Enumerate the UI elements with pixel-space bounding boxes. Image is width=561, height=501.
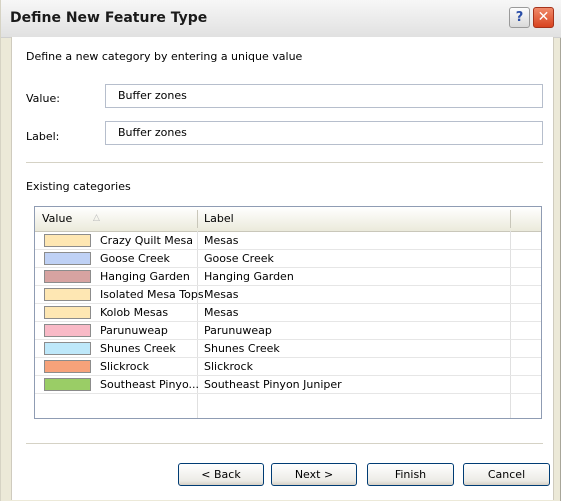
help-button[interactable]: ? bbox=[509, 7, 530, 28]
category-value: Goose Creek bbox=[100, 252, 170, 265]
color-swatch[interactable] bbox=[44, 252, 91, 265]
category-row[interactable]: Kolob Mesas Mesas bbox=[35, 304, 541, 322]
category-label: Hanging Garden bbox=[204, 270, 294, 283]
category-row[interactable]: Parunuweap Parunuweap bbox=[35, 322, 541, 340]
category-label: Mesas bbox=[204, 306, 239, 319]
category-row[interactable]: Isolated Mesa Tops Mesas bbox=[35, 286, 541, 304]
label-input[interactable]: Buffer zones bbox=[105, 121, 543, 145]
label-field-label: Label: bbox=[26, 130, 60, 143]
category-row[interactable]: Hanging Garden Hanging Garden bbox=[35, 268, 541, 286]
color-swatch[interactable] bbox=[44, 360, 91, 373]
category-label: Goose Creek bbox=[204, 252, 274, 265]
close-button[interactable]: ✕ bbox=[533, 7, 554, 28]
color-swatch[interactable] bbox=[44, 234, 91, 247]
category-value: Crazy Quilt Mesa bbox=[100, 234, 194, 247]
value-input[interactable]: Buffer zones bbox=[105, 84, 543, 108]
category-label: Mesas bbox=[204, 288, 239, 301]
category-label: Slickrock bbox=[204, 360, 253, 373]
categories-grid[interactable]: Value △ Label Crazy Quilt Mesa Mesas Goose… bbox=[34, 206, 542, 419]
category-value: Southeast Pinyo... bbox=[100, 378, 199, 391]
define-feature-type-dialog: Define New Feature Type ? ✕ Define a new… bbox=[0, 0, 561, 501]
grid-header: Value △ Label bbox=[35, 207, 541, 232]
column-divider[interactable] bbox=[510, 210, 511, 228]
column-divider[interactable] bbox=[197, 210, 198, 228]
color-swatch[interactable] bbox=[44, 324, 91, 337]
title-bar[interactable]: Define New Feature Type ? ✕ bbox=[1, 0, 561, 38]
back-button[interactable]: < Back bbox=[178, 463, 264, 486]
category-value: Hanging Garden bbox=[100, 270, 190, 283]
category-label: Southeast Pinyon Juniper bbox=[204, 378, 342, 391]
category-label: Parunuweap bbox=[204, 324, 272, 337]
bottom-separator bbox=[26, 443, 543, 444]
category-value: Shunes Creek bbox=[100, 342, 176, 355]
category-row[interactable]: Southeast Pinyo... Southeast Pinyon Junip… bbox=[35, 376, 541, 394]
category-row[interactable]: Crazy Quilt Mesa Mesas bbox=[35, 232, 541, 250]
category-value: Kolob Mesas bbox=[100, 306, 169, 319]
category-value: Parunuweap bbox=[100, 324, 168, 337]
category-row[interactable]: Shunes Creek Shunes Creek bbox=[35, 340, 541, 358]
category-label: Shunes Creek bbox=[204, 342, 280, 355]
column-header-label[interactable]: Label bbox=[204, 212, 234, 225]
sort-ascending-icon: △ bbox=[93, 213, 100, 223]
separator bbox=[26, 162, 543, 163]
value-field-label: Value: bbox=[26, 92, 60, 105]
category-row[interactable]: Slickrock Slickrock bbox=[35, 358, 541, 376]
column-header-value[interactable]: Value bbox=[42, 212, 72, 225]
window-title: Define New Feature Type bbox=[10, 10, 208, 26]
color-swatch[interactable] bbox=[44, 288, 91, 301]
category-label: Mesas bbox=[204, 234, 239, 247]
category-value: Slickrock bbox=[100, 360, 149, 373]
next-button[interactable]: Next > bbox=[271, 463, 357, 486]
category-value: Isolated Mesa Tops bbox=[100, 288, 204, 301]
color-swatch[interactable] bbox=[44, 342, 91, 355]
category-row[interactable]: Goose Creek Goose Creek bbox=[35, 250, 541, 268]
existing-categories-label: Existing categories bbox=[26, 180, 131, 193]
cancel-button[interactable]: Cancel bbox=[463, 463, 550, 486]
color-swatch[interactable] bbox=[44, 306, 91, 319]
color-swatch[interactable] bbox=[44, 378, 91, 391]
description-text: Define a new category by entering a uniq… bbox=[26, 50, 303, 63]
color-swatch[interactable] bbox=[44, 270, 91, 283]
finish-button[interactable]: Finish bbox=[367, 463, 454, 486]
